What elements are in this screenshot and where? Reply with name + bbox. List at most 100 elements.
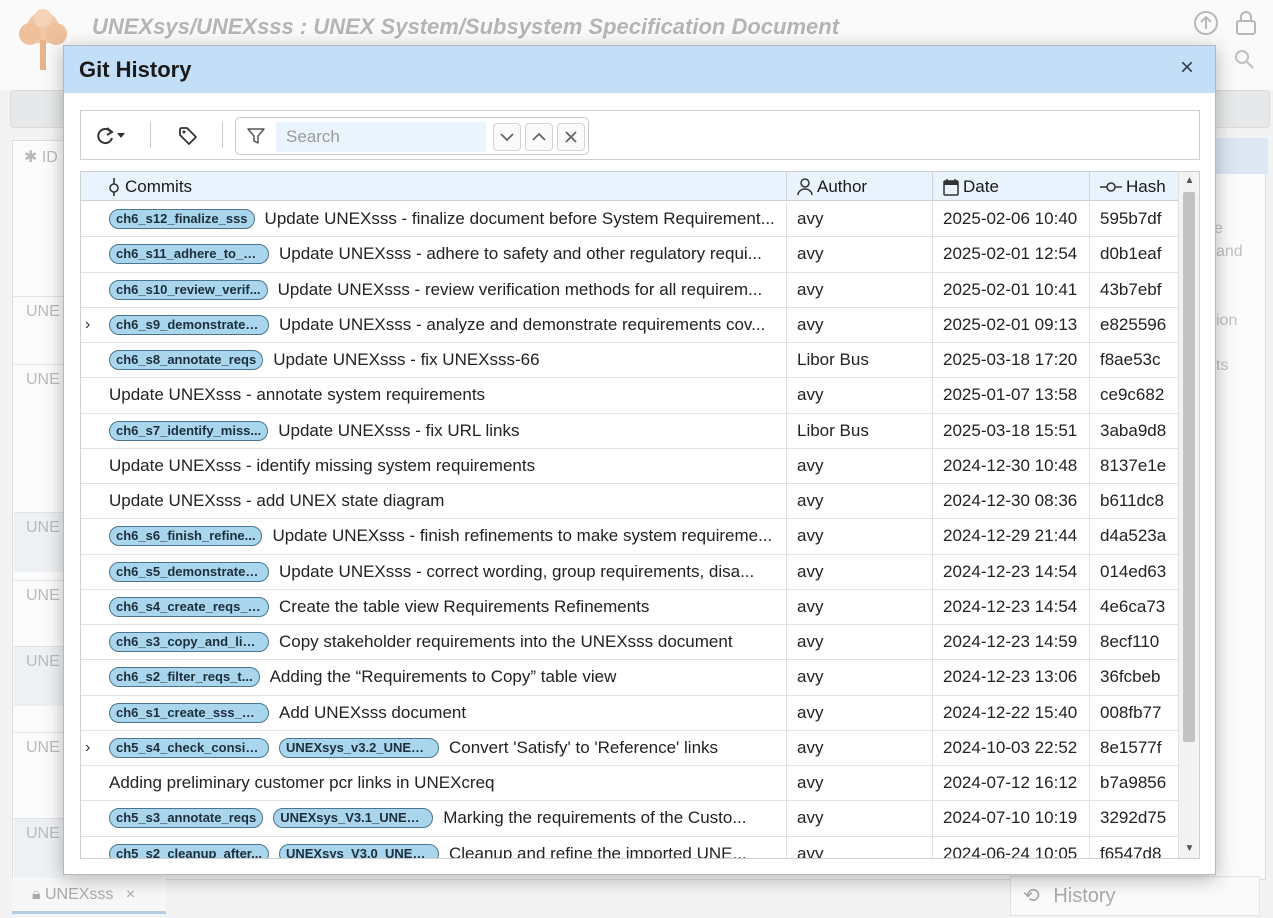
table-row[interactable]: › ch5_s4_check_consist... UNEXsys_v3.2_UNE… [81,730,1178,766]
table-row[interactable]: ch6_s8_annotate_reqs Update UNEXsss - fix… [81,343,1178,379]
column-header-hash[interactable]: Hash [1090,172,1178,201]
commit-hash: d4a523a [1100,526,1167,546]
table-row[interactable]: ch6_s4_create_reqs_r... Create the table … [81,589,1178,625]
tag-badge: ch6_s8_annotate_reqs [109,350,264,371]
column-header-commits[interactable]: Commits [81,172,787,201]
tag-badge: UNEXsys_V3.0_UNEXcre... [278,843,439,858]
commit-date: 2024-12-23 14:59 [933,625,1090,660]
commit-cell: ch6_s6_finish_refine... Update UNEXsss - … [81,519,787,554]
commit-cell: ch6_s2_filter_reqs_t... Adding the “Requi… [81,660,787,695]
commit-message: Adding the “Requirements to Copy” table … [269,667,617,687]
search-input[interactable] [276,122,486,152]
refresh-button[interactable] [91,120,129,152]
commit-message: Update UNEXsss - review verification met… [277,279,763,299]
commit-cell: Update UNEXsss - add UNEX state diagram [81,484,787,519]
table-row[interactable]: ch6_s6_finish_refine... Update UNEXsss - … [81,519,1178,555]
commit-hash: 595b7df [1100,209,1162,229]
commit-cell: ch6_s3_copy_and_link... Copy stakeholder … [81,625,787,660]
commit-date: 2024-07-12 16:12 [933,766,1090,801]
table-row[interactable]: ch6_s10_review_verif... Update UNEXsss - … [81,272,1178,308]
table-row[interactable]: › ch6_s9_demonstrate_r... Update UNEXsss -… [81,307,1178,343]
commit-date: 2024-12-29 21:44 [933,519,1090,554]
table-row[interactable]: ch6_s7_identify_miss... Update UNEXsss - … [81,413,1178,449]
search-next-button[interactable] [493,123,521,151]
tag-button[interactable] [173,120,203,152]
history-button[interactable]: ⟲ History [1010,876,1260,916]
commit-hash: 3aba9d8 [1100,420,1167,440]
scroll-down-icon[interactable]: ▼ [1179,840,1199,858]
lock-icon[interactable] [1232,10,1260,38]
commit-message: Update UNEXsss - analyze and demonstrate… [279,314,766,334]
table-row[interactable]: Update UNEXsss - annotate system require… [81,378,1178,414]
search-previous-button[interactable] [525,123,553,151]
table-row[interactable]: ch5_s2_cleanup_after... UNEXsys_V3.0_UNEX… [81,836,1178,859]
commit-message: Update UNEXsss - correct wording, group … [279,561,755,581]
commit-rows: ch6_s12_finalize_sss Update UNEXsss - fin… [81,202,1178,859]
commit-author: avy [787,766,933,801]
commit-date: 2024-12-23 13:06 [933,660,1090,695]
commit-cell: Adding preliminary customer pcr links in… [81,766,787,801]
table-row[interactable]: ch5_s3_annotate_reqs UNEXsys_V3.1_UNEXcre… [81,801,1178,837]
commit-author: avy [787,272,933,307]
commit-author: Libor Bus [787,343,933,378]
commit-hash: f6547d8 [1100,843,1162,859]
commit-hash: b611dc8 [1100,491,1164,511]
commit-date: 2024-12-23 14:54 [933,554,1090,589]
table-row[interactable]: ch6_s11_adhere_to_sa... Update UNEXsss - … [81,237,1178,273]
close-icon[interactable]: × [1175,56,1199,80]
tag-badge: ch6_s10_review_verif... [109,279,268,300]
tab-close-icon[interactable]: × [126,886,135,903]
doc-row-label: UNE [14,512,66,572]
tab-lock-icon: 🔒︎ [32,886,41,903]
table-row[interactable]: ch6_s2_filter_reqs_t... Adding the “Requi… [81,660,1178,696]
expand-chevron-icon[interactable]: › [85,316,99,333]
commit-hash-icon [1100,181,1122,192]
commit-author: avy [787,625,933,660]
commit-date: 2025-02-01 12:54 [933,237,1090,272]
commit-cell: ch6_s10_review_verif... Update UNEXsss - … [81,272,787,307]
commit-date: 2024-06-24 10:05 [933,836,1090,858]
table-row[interactable]: Adding preliminary customer pcr links in… [81,766,1178,802]
commit-author: avy [787,730,933,765]
commit-hash: 8137e1e [1100,455,1167,475]
toolbar-separator [222,122,223,148]
table-row[interactable]: Update UNEXsss - add UNEX state diagram a… [81,484,1178,520]
commit-author: avy [787,519,933,554]
commit-hash: 36fcbeb [1100,667,1161,687]
tag-badge: ch6_s7_identify_miss... [109,420,269,441]
commit-hash: 43b7ebf [1100,279,1162,299]
side-text: ion [1216,312,1238,329]
commit-author: avy [787,554,933,589]
dropdown-caret-icon [117,133,125,138]
commit-author: avy [787,307,933,342]
tag-badge: ch6_s2_filter_reqs_t... [109,667,260,688]
column-header-date[interactable]: Date [933,172,1090,201]
commit-message: Update UNEXsss - finish refinements to m… [272,526,773,546]
commit-author: Libor Bus [787,413,933,448]
search-clear-button[interactable] [557,123,585,151]
table-row[interactable]: Update UNEXsss - identify missing system… [81,448,1178,484]
tag-badge: ch5_s4_check_consist... [109,737,269,758]
scroll-up-icon[interactable]: ▲ [1179,172,1199,190]
commit-message: Update UNEXsss - add UNEX state diagram [109,491,445,511]
document-tab[interactable]: 🔒︎ UNEXsss × [12,878,166,914]
app-search-icon[interactable] [1230,48,1258,76]
vertical-scrollbar[interactable]: ▲ ▼ [1178,172,1199,858]
commit-icon [109,177,119,196]
commit-cell: ch6_s5_demonstrate_r... Update UNEXsss - … [81,554,787,589]
search-box [235,117,589,155]
table-row[interactable]: ch6_s5_demonstrate_r... Update UNEXsss - … [81,554,1178,590]
commit-message: Update UNEXsss - finalize document befor… [264,209,775,229]
commit-author: avy [787,589,933,624]
commit-author: avy [787,378,933,413]
table-row[interactable]: ch6_s1_create_sss_do... Add UNEXsss docum… [81,695,1178,731]
expand-chevron-icon[interactable]: › [85,739,99,756]
upload-icon[interactable] [1192,10,1220,38]
scroll-thumb[interactable] [1183,192,1195,742]
doc-row-label: UNE [14,580,66,640]
commit-message: Marking the requirements of the Custo... [443,808,747,828]
table-row[interactable]: ch6_s12_finalize_sss Update UNEXsss - fin… [81,202,1178,238]
commit-hash: d0b1eaf [1100,244,1162,264]
table-row[interactable]: ch6_s3_copy_and_link... Copy stakeholder … [81,625,1178,661]
column-header-author[interactable]: Author [787,172,933,201]
